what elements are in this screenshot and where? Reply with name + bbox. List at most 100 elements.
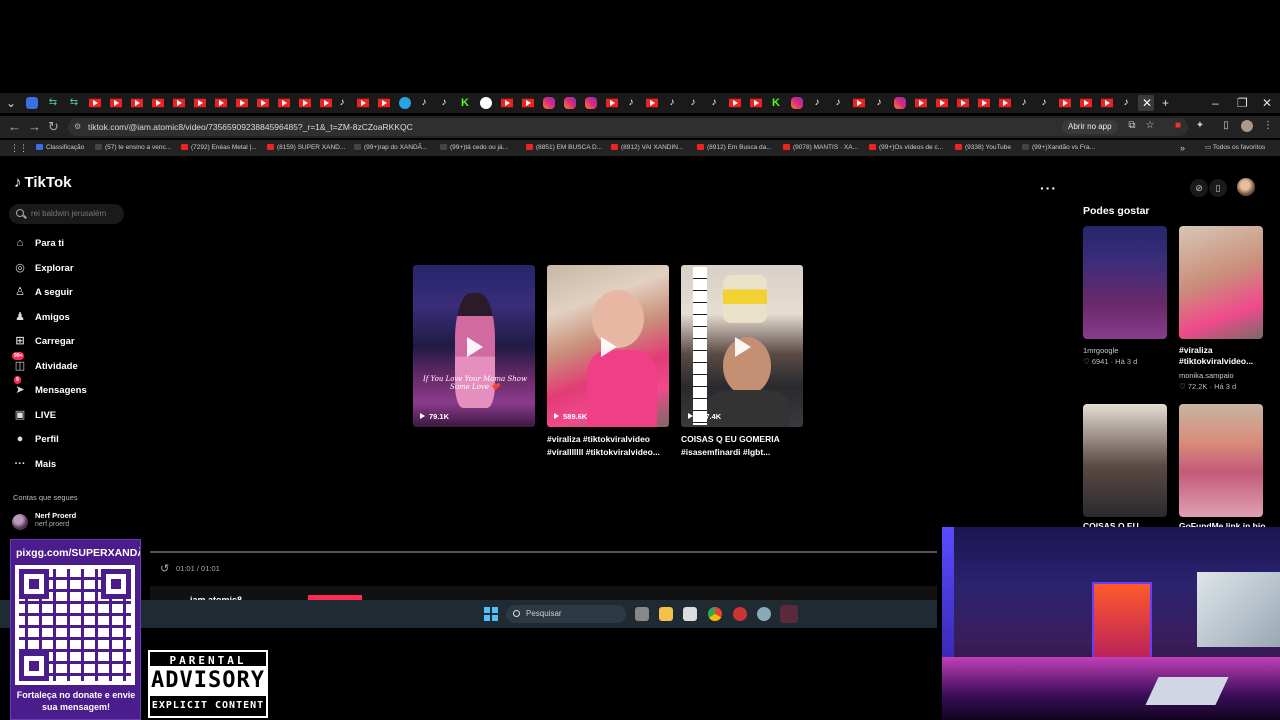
- tab[interactable]: [278, 98, 290, 108]
- more-bookmarks-icon[interactable]: »: [1180, 140, 1185, 156]
- suggested-user[interactable]: 1mrgoogle: [1083, 345, 1118, 356]
- tab[interactable]: [173, 98, 185, 108]
- suggested-thumbnail[interactable]: [1083, 404, 1167, 517]
- tab[interactable]: ♪: [1038, 97, 1050, 109]
- translate-icon[interactable]: ⧉: [1126, 120, 1138, 132]
- bookmark[interactable]: (9078) MANTIS · XA...: [783, 140, 858, 156]
- video-thumbnail[interactable]: 637.4K: [681, 265, 803, 427]
- extensions-icon[interactable]: ✦: [1194, 120, 1206, 132]
- tab[interactable]: [894, 97, 906, 109]
- settings-icon[interactable]: [757, 607, 771, 621]
- tab[interactable]: [215, 98, 227, 108]
- tab[interactable]: ♪: [873, 97, 885, 109]
- compass-icon[interactable]: ⊘: [1190, 179, 1208, 197]
- nav-mais[interactable]: ··· Mais: [12, 455, 57, 473]
- tab[interactable]: [480, 97, 492, 109]
- video-thumbnail[interactable]: 589.6K: [547, 265, 669, 427]
- bookmark[interactable]: (99+)Os vídeos de c...: [869, 140, 943, 156]
- tab[interactable]: ♪: [687, 97, 699, 109]
- restore-icon[interactable]: ❐: [1237, 93, 1248, 113]
- tab[interactable]: [543, 97, 555, 109]
- close-window-icon[interactable]: ✕: [1262, 93, 1272, 113]
- tab[interactable]: [378, 98, 390, 108]
- forward-icon[interactable]: →: [28, 119, 41, 135]
- video-caption[interactable]: #viraliza #tiktokviralvideo #viralllllll…: [547, 433, 671, 459]
- tab[interactable]: [236, 98, 248, 108]
- chrome-icon[interactable]: [708, 607, 722, 621]
- tab[interactable]: K: [459, 97, 471, 109]
- tab[interactable]: ♪: [1120, 97, 1132, 109]
- url-field[interactable]: ⚙ tiktok.com/@iam.atomic8/video/73565909…: [68, 118, 1188, 136]
- suggested-thumbnail[interactable]: [1083, 226, 1167, 339]
- nav-mensagens[interactable]: ➤ 9 Mensagens: [12, 376, 87, 399]
- back-icon[interactable]: ←: [8, 119, 21, 135]
- tab[interactable]: ♪: [832, 97, 844, 109]
- nav-para-ti[interactable]: ⌂ Para ti: [12, 234, 64, 252]
- site-info-icon[interactable]: ⚙: [74, 118, 81, 136]
- tab[interactable]: ⇆: [68, 97, 80, 109]
- tab[interactable]: [750, 98, 762, 108]
- nav-live[interactable]: ▣ LIVE: [12, 406, 56, 424]
- avatar[interactable]: [12, 514, 28, 530]
- file-explorer-icon[interactable]: [659, 607, 673, 621]
- tab[interactable]: ♪: [418, 97, 430, 109]
- bookmark-star-icon[interactable]: ☆: [1144, 120, 1156, 132]
- avatar[interactable]: [1237, 178, 1255, 196]
- steam-icon[interactable]: [780, 605, 798, 623]
- close-tab-icon[interactable]: ✕: [1142, 93, 1152, 113]
- tab[interactable]: [936, 98, 948, 108]
- nav-carregar[interactable]: ⊞ Carregar: [12, 332, 74, 350]
- progress-bar[interactable]: [150, 551, 937, 553]
- reload-icon[interactable]: ↻: [48, 119, 59, 135]
- start-button-icon[interactable]: [484, 607, 498, 621]
- replay-icon[interactable]: ↺: [160, 562, 169, 575]
- tab[interactable]: [957, 98, 969, 108]
- tiktok-logo[interactable]: ♪ TikTok: [14, 174, 71, 191]
- tab[interactable]: ♪: [336, 97, 348, 109]
- suggested-thumbnail[interactable]: [1179, 404, 1263, 517]
- tab[interactable]: [89, 98, 101, 108]
- tab[interactable]: [564, 97, 576, 109]
- tab[interactable]: [522, 98, 534, 108]
- tab[interactable]: [729, 98, 741, 108]
- bookmark[interactable]: (99+)Xandão vs Fra...: [1022, 140, 1095, 156]
- profile-avatar-icon[interactable]: [1241, 120, 1253, 132]
- tab[interactable]: ♪: [1018, 97, 1030, 109]
- tab[interactable]: ♪: [708, 97, 720, 109]
- tab[interactable]: [131, 98, 143, 108]
- suggested-thumbnail[interactable]: [1179, 226, 1263, 339]
- tab-search-icon[interactable]: ⌄: [6, 93, 16, 113]
- tab[interactable]: [110, 98, 122, 108]
- bookmark[interactable]: (8912) VAI XANDIN...: [611, 140, 683, 156]
- apps-icon[interactable]: ⋮⋮: [10, 140, 28, 156]
- tab[interactable]: ⇆: [47, 97, 59, 109]
- taskbar-search[interactable]: Pesquisar: [506, 605, 626, 623]
- suggested-title[interactable]: #viraliza: [1179, 345, 1213, 356]
- tab[interactable]: [257, 98, 269, 108]
- tab[interactable]: [606, 98, 618, 108]
- tab[interactable]: [791, 97, 803, 109]
- store-icon[interactable]: [683, 607, 697, 621]
- following-username[interactable]: nerf.proerd: [35, 521, 69, 528]
- bookmark[interactable]: (99+)tá cedo ou já...: [440, 140, 508, 156]
- tab[interactable]: [978, 98, 990, 108]
- tab[interactable]: [1080, 98, 1092, 108]
- all-favorites-folder[interactable]: ▭ Todos os favoritos: [1205, 140, 1265, 156]
- tab[interactable]: K: [770, 97, 782, 109]
- nav-atividade[interactable]: ◫ 99+ Atividade: [12, 352, 78, 375]
- bookmark[interactable]: (9338) YouTube: [955, 140, 1011, 156]
- tab[interactable]: [194, 98, 206, 108]
- nav-explorar[interactable]: ◎ Explorar: [12, 259, 73, 277]
- bookmark[interactable]: (99+)rap do XANDÃ...: [354, 140, 427, 156]
- app-icon[interactable]: [733, 607, 747, 621]
- tab[interactable]: [585, 97, 597, 109]
- tab[interactable]: [999, 98, 1011, 108]
- nav-amigos[interactable]: ♟ Amigos: [12, 308, 70, 326]
- bookmark[interactable]: (8912) Em Busca da...: [697, 140, 772, 156]
- sidebar-icon[interactable]: ▯: [1220, 120, 1232, 132]
- menu-icon[interactable]: ⋮: [1262, 120, 1274, 132]
- tab[interactable]: [501, 98, 513, 108]
- search-input[interactable]: rei baldwin jerusalém: [9, 204, 124, 224]
- tab[interactable]: ♪: [438, 97, 450, 109]
- video-thumbnail[interactable]: If You Love Your Mama Show Some Love ❤️ …: [413, 265, 535, 427]
